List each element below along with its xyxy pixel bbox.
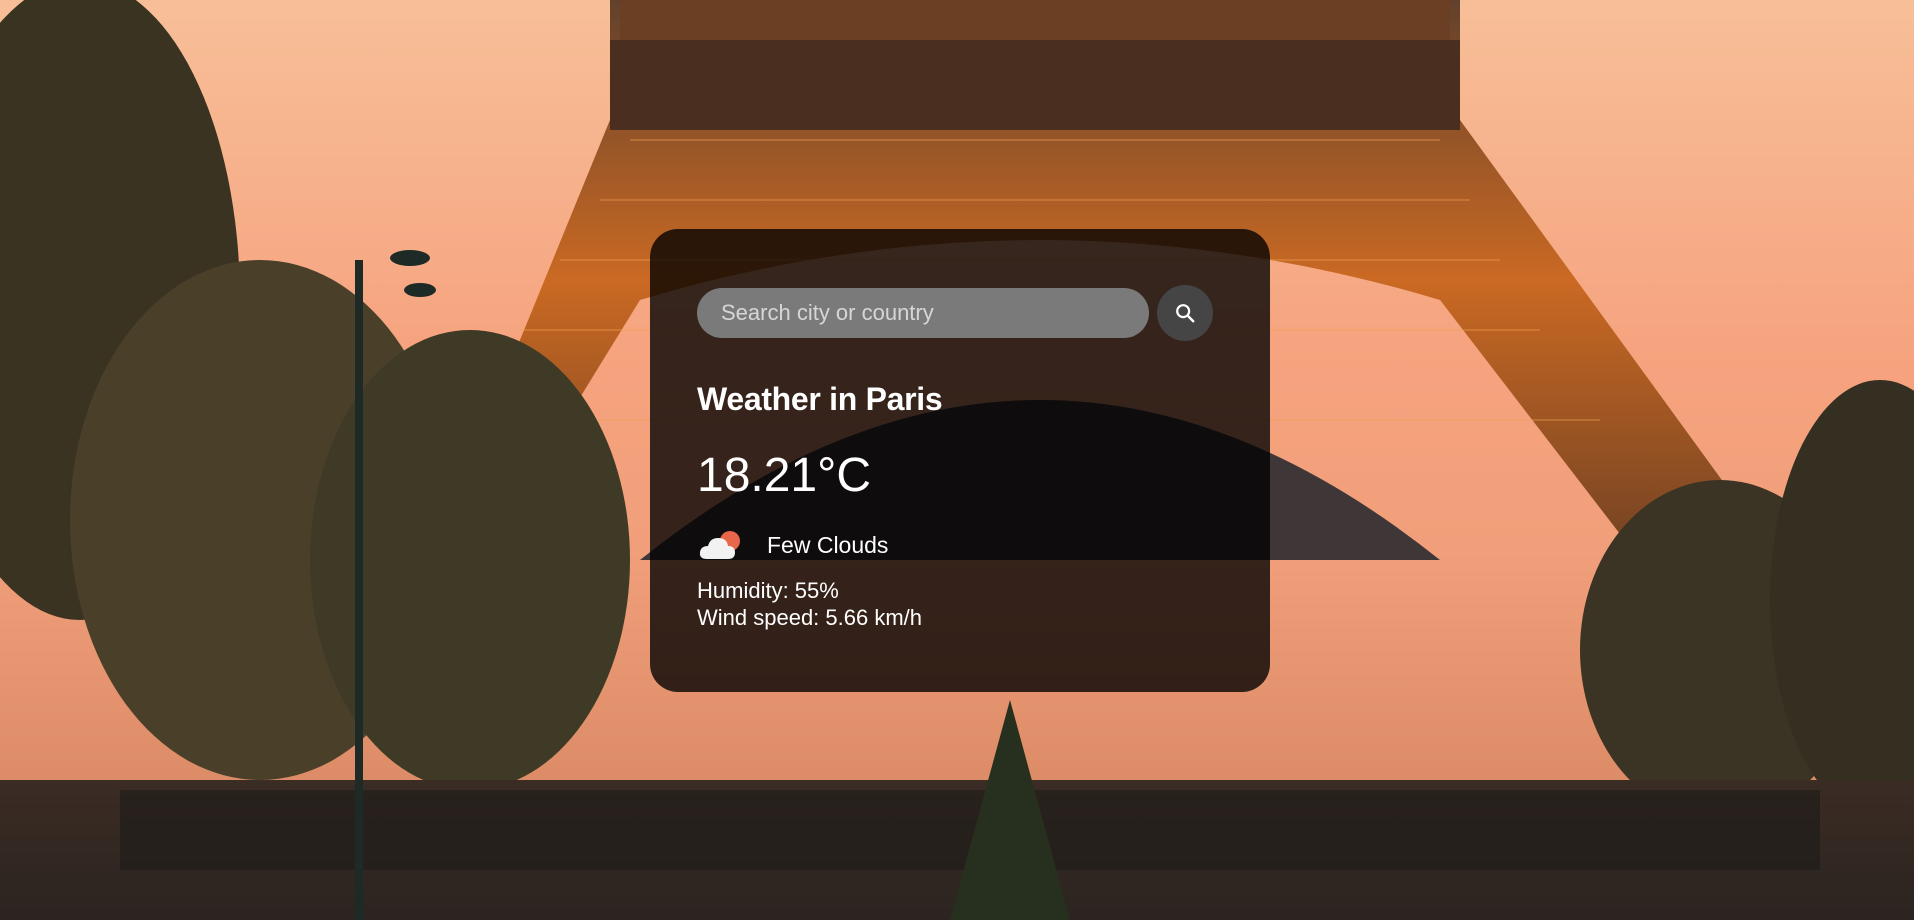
search-input[interactable] — [697, 288, 1149, 338]
weather-details: Humidity: 55% Wind speed: 5.66 km/h — [697, 577, 1225, 631]
weather-description-row: Few Clouds — [697, 525, 1225, 565]
background-scene: Weather in Paris 18.21°C Few Clouds Humi… — [0, 0, 1914, 920]
search-icon — [1176, 304, 1195, 323]
weather-description: Few Clouds — [767, 531, 889, 558]
wind-speed-text: Wind speed: 5.66 km/h — [697, 605, 923, 630]
temperature: 18.21°C — [697, 449, 871, 502]
few-clouds-icon — [699, 531, 740, 559]
search-bar — [697, 285, 1225, 341]
search-button[interactable] — [1157, 285, 1213, 341]
humidity-text: Humidity: 55% — [697, 578, 839, 603]
city-title: Weather in Paris — [697, 381, 943, 417]
weather-card: Weather in Paris 18.21°C Few Clouds Humi… — [650, 229, 1270, 692]
